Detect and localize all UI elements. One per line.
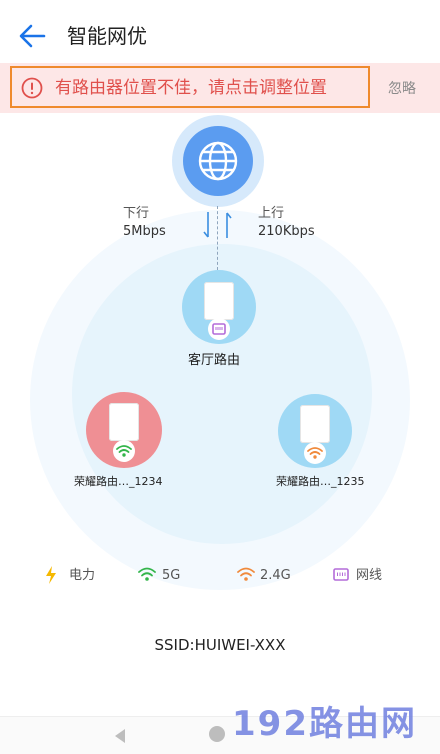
downlink-value: 5Mbps — [123, 224, 166, 239]
nav-home-icon[interactable] — [209, 726, 225, 742]
legend-5g-label: 5G — [162, 568, 181, 583]
ethernet-port-icon — [208, 318, 230, 340]
ssid-text: SSID:HUIWEI-XXX — [154, 636, 286, 654]
wifi-icon — [113, 440, 135, 462]
up-arrow-icon — [222, 210, 232, 244]
lightning-icon — [44, 565, 58, 589]
downlink-label: 下行 — [123, 206, 150, 221]
app-header — [0, 0, 440, 70]
router-device-icon — [204, 282, 234, 320]
globe-icon — [183, 126, 253, 196]
uplink-value: 210Kbps — [258, 224, 315, 239]
router-node-label: 荣耀路由…_1235 — [276, 475, 365, 488]
router-device-icon — [300, 405, 330, 443]
wifi-icon — [304, 442, 326, 464]
page-title: 智能网优 — [67, 24, 147, 48]
uplink-label: 上行 — [258, 206, 285, 221]
legend-power-label: 电力 — [69, 568, 96, 583]
wifi-icon — [137, 566, 157, 588]
nav-back-icon[interactable] — [112, 727, 128, 749]
ignore-button[interactable]: 忽略 — [388, 79, 416, 99]
warning-message: 有路由器位置不佳，请点击调整位置 — [55, 78, 327, 98]
alert-circle-icon — [21, 77, 43, 99]
wifi-icon — [236, 566, 256, 588]
watermark-logo: 192路由网 — [232, 704, 417, 744]
router-node-label: 荣耀路由…_1234 — [74, 475, 163, 488]
router-node-label: 客厅路由 — [188, 353, 241, 368]
router-device-icon — [109, 403, 139, 441]
down-arrow-icon — [203, 210, 213, 244]
uplink-connection-line — [217, 206, 218, 270]
legend-2-4g-label: 2.4G — [260, 568, 291, 583]
back-arrow-icon[interactable] — [14, 20, 50, 52]
ethernet-port-icon — [331, 566, 351, 588]
legend-ethernet-label: 网线 — [356, 568, 383, 583]
